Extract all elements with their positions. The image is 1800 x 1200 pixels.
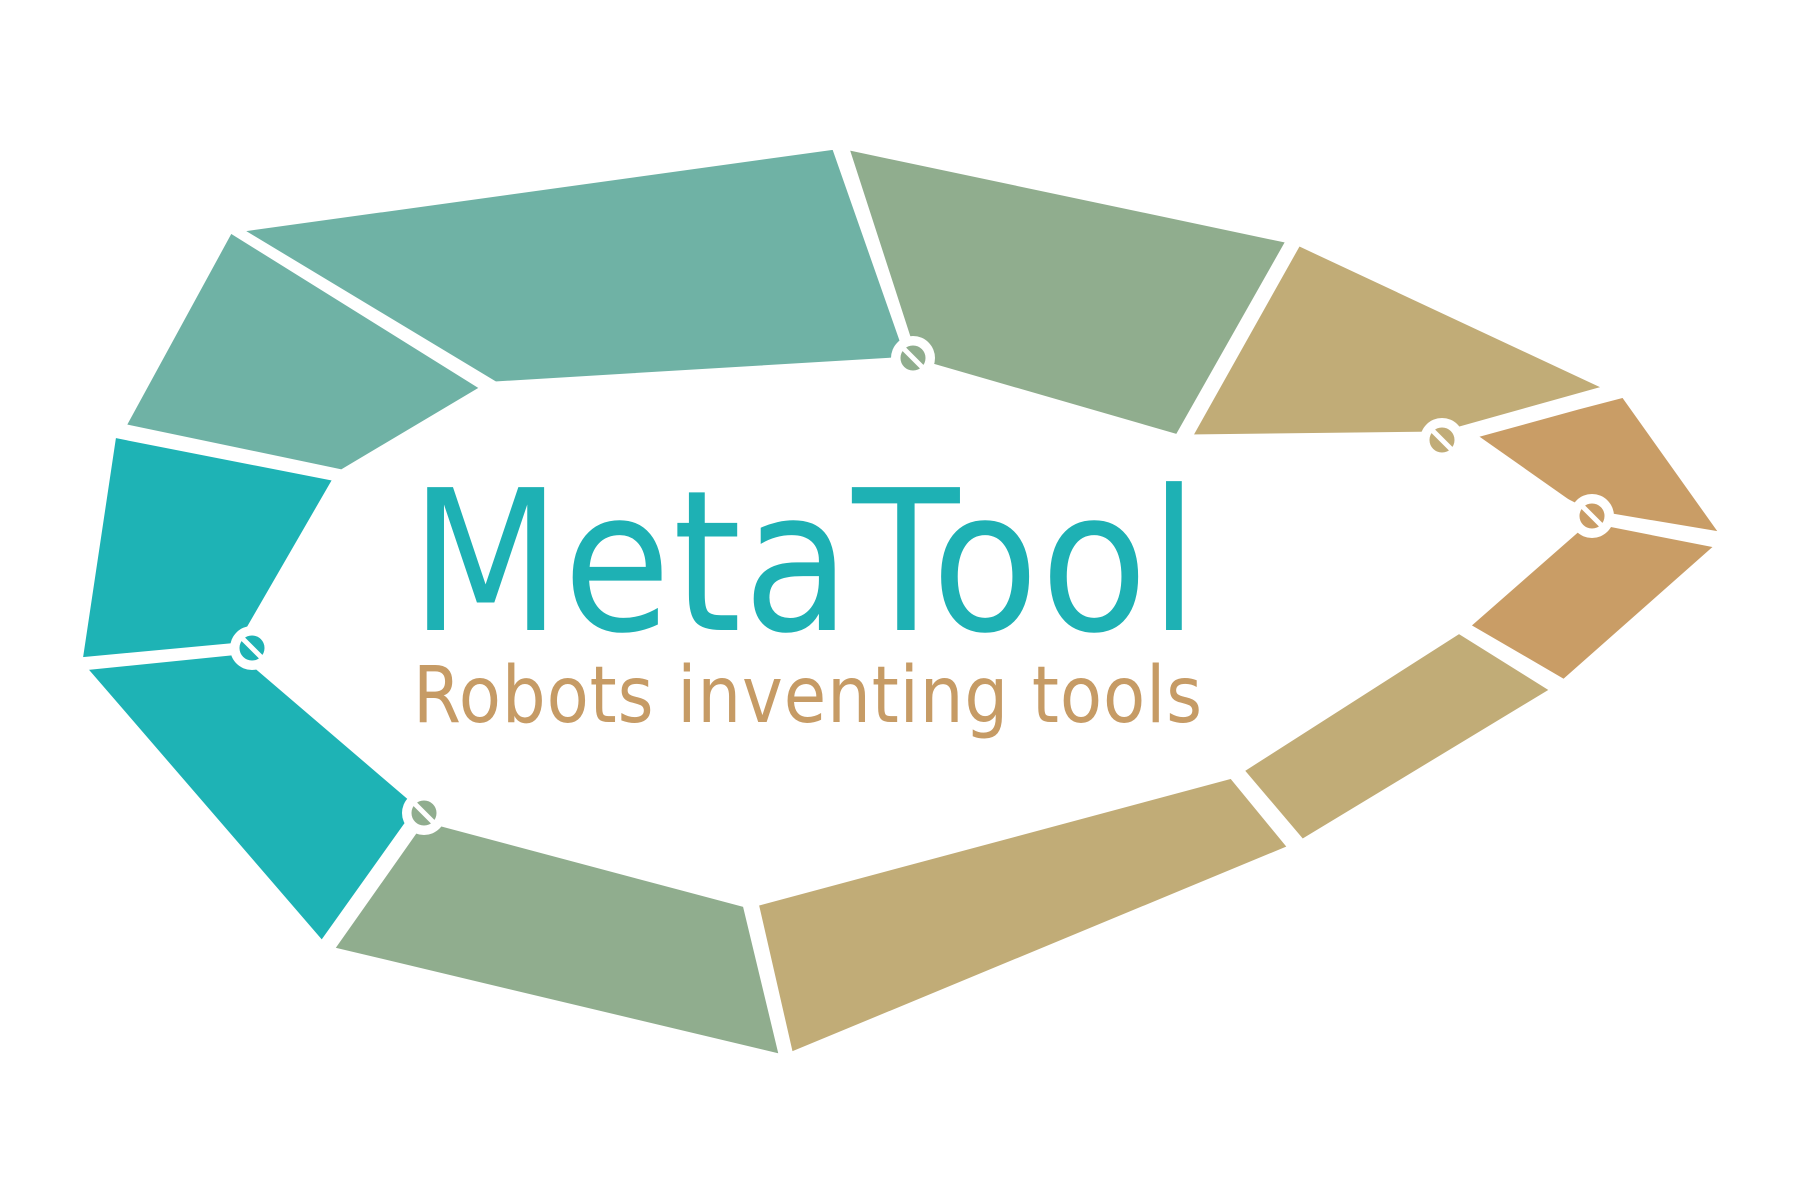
joint-icon bbox=[1570, 494, 1614, 538]
ring-segment bbox=[751, 771, 1296, 1060]
ring-segment bbox=[326, 814, 787, 1062]
joint-icon bbox=[891, 336, 935, 380]
ring-segment bbox=[75, 430, 341, 665]
brand-tagline: Robots inventing tools bbox=[413, 651, 1203, 741]
joint-icon bbox=[402, 791, 446, 835]
metatool-logo: MetaTool Robots inventing tools bbox=[0, 0, 1800, 1200]
logo-graphic: MetaTool Robots inventing tools bbox=[75, 142, 1729, 1062]
brand-name: MetaTool bbox=[410, 449, 1200, 677]
joint-icon bbox=[230, 626, 274, 670]
joint-icon bbox=[1420, 418, 1464, 462]
ring-segment bbox=[1236, 626, 1559, 847]
